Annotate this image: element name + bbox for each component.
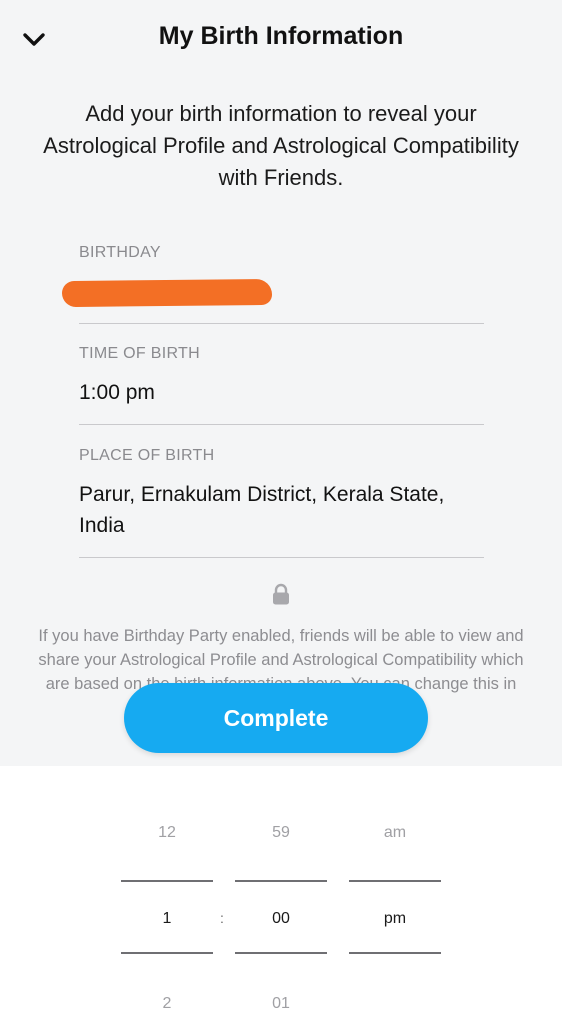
minute-selection-line-bottom xyxy=(235,952,327,954)
time-of-birth-value: 1:00 pm xyxy=(79,381,155,404)
page-title: My Birth Information xyxy=(158,22,404,50)
place-of-birth-label: PLACE OF BIRTH xyxy=(79,447,215,464)
ampm-selection-line-top xyxy=(349,880,441,882)
hour-option-prev[interactable]: 12 xyxy=(121,824,213,842)
redaction-mark xyxy=(61,278,273,308)
time-picker: 12 1 2 59 00 01 am pm xyxy=(0,766,562,1024)
ampm-option-prev[interactable]: am xyxy=(349,824,441,842)
hour-wheel[interactable]: 12 1 2 xyxy=(121,766,213,1024)
ampm-wheel[interactable]: am pm xyxy=(349,766,441,1024)
birth-info-screen: My Birth Information Add your birth info… xyxy=(0,0,562,766)
ampm-selection-line-bottom xyxy=(349,952,441,954)
place-of-birth-value: Parur, Ernakulam District, Kerala State,… xyxy=(79,483,445,537)
minute-option-prev[interactable]: 59 xyxy=(235,824,327,842)
minute-selection-line-top xyxy=(235,880,327,882)
birthday-field[interactable]: BIRTHDAY xyxy=(61,244,484,324)
time-separator: : xyxy=(220,910,224,926)
hour-selection-line-top xyxy=(121,880,213,882)
birthday-label: BIRTHDAY xyxy=(79,244,161,261)
place-of-birth-field[interactable]: PLACE OF BIRTH Parur, Ernakulam District… xyxy=(79,447,484,558)
minute-option-selected[interactable]: 00 xyxy=(235,910,327,928)
time-of-birth-field[interactable]: TIME OF BIRTH 1:00 pm xyxy=(79,345,484,425)
ampm-option-selected[interactable]: pm xyxy=(349,910,441,928)
intro-text: Add your birth information to reveal you… xyxy=(43,101,519,190)
lock-icon xyxy=(273,583,289,605)
hour-selection-line-bottom xyxy=(121,952,213,954)
minute-wheel[interactable]: 59 00 01 xyxy=(235,766,327,1024)
hour-option-selected[interactable]: 1 xyxy=(121,910,213,928)
complete-button[interactable]: Complete xyxy=(124,683,428,753)
minute-option-next[interactable]: 01 xyxy=(235,995,327,1013)
time-of-birth-label: TIME OF BIRTH xyxy=(79,345,200,362)
hour-option-next[interactable]: 2 xyxy=(121,995,213,1013)
